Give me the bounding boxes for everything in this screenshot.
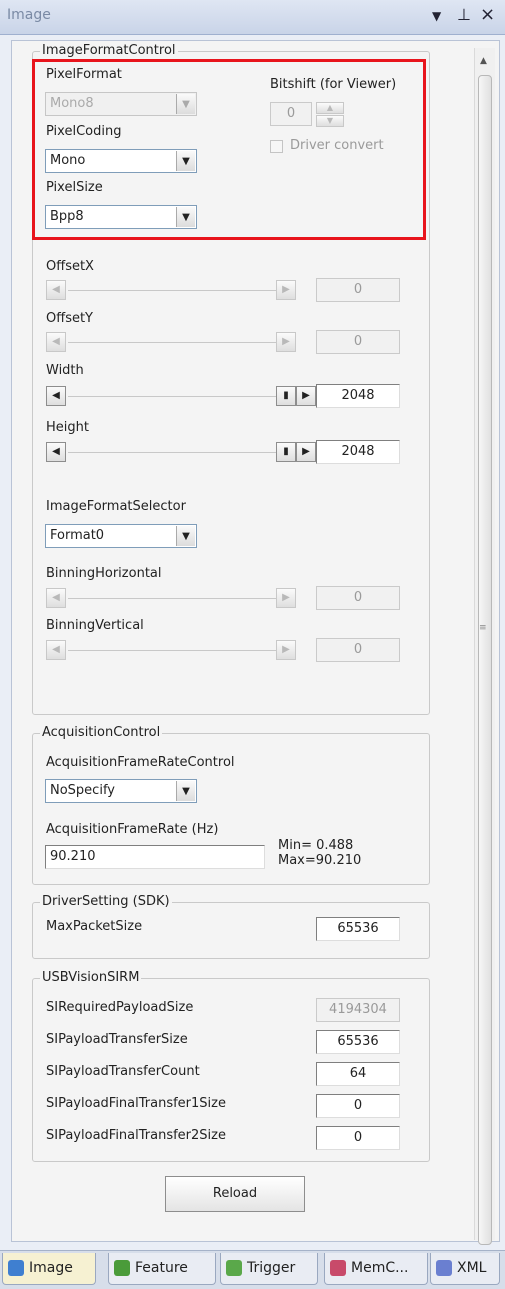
group-legend: DriverSetting (SDK) — [40, 894, 172, 909]
tab-image[interactable]: Image — [2, 1253, 96, 1285]
usb-row-label: SIPayloadTransferCount — [46, 1064, 200, 1079]
chevron-down-icon: ▼ — [176, 781, 195, 801]
dropdown-icon[interactable]: ▼ — [432, 9, 441, 23]
height-track[interactable] — [68, 452, 276, 453]
offset-x-decrease-button[interactable]: ◀ — [46, 280, 66, 300]
panel-titlebar: Image ▼ ⊥ × — [0, 0, 505, 35]
height-slider-thumb[interactable]: ▮ — [276, 442, 296, 462]
image-format-selector-label: ImageFormatSelector — [46, 499, 186, 514]
frame-rate-max: Max=90.210 — [278, 853, 362, 868]
tab-label: XML — [457, 1260, 487, 1276]
offset-y-label: OffsetY — [46, 311, 93, 326]
offset-x-track[interactable] — [68, 290, 276, 291]
width-track[interactable] — [68, 396, 276, 397]
height-label: Height — [46, 420, 89, 435]
max-packet-size-input[interactable]: 65536 — [316, 917, 400, 941]
usb-row-value[interactable]: 4194304 — [316, 998, 400, 1022]
bottom-tab-bar: Image Feature Trigger MemC... XML — [0, 1250, 505, 1289]
offset-y-increase-button[interactable]: ▶ — [276, 332, 296, 352]
group-legend: AcquisitionControl — [40, 725, 163, 740]
frame-rate-min: Min= 0.488 — [278, 838, 354, 853]
binning-h-track[interactable] — [68, 598, 276, 599]
scroll-up-icon[interactable]: ▲ — [480, 56, 487, 66]
close-icon[interactable]: × — [480, 4, 495, 25]
group-legend: USBVisionSIRM — [40, 970, 142, 985]
offset-y-decrease-button[interactable]: ◀ — [46, 332, 66, 352]
xml-icon — [436, 1260, 452, 1276]
binning-v-value[interactable]: 0 — [316, 638, 400, 662]
tab-memc[interactable]: MemC... — [324, 1253, 428, 1285]
group-legend: ImageFormatControl — [40, 43, 178, 58]
panel-title: Image — [7, 7, 51, 23]
offset-y-value[interactable]: 0 — [316, 330, 400, 354]
usb-row-value[interactable]: 65536 — [316, 1030, 400, 1054]
usb-row-value[interactable]: 0 — [316, 1094, 400, 1118]
usb-row-label: SIPayloadFinalTransfer1Size — [46, 1096, 226, 1111]
trigger-icon — [226, 1260, 242, 1276]
tab-label: MemC... — [351, 1260, 409, 1276]
binning-h-decrease-button[interactable]: ◀ — [46, 588, 66, 608]
image-format-selector-select[interactable]: Format0 ▼ — [45, 524, 197, 548]
pin-icon[interactable]: ⊥ — [457, 5, 471, 24]
offset-x-increase-button[interactable]: ▶ — [276, 280, 296, 300]
memory-icon — [330, 1260, 346, 1276]
binning-vertical-label: BinningVertical — [46, 618, 144, 633]
width-label: Width — [46, 363, 84, 378]
binning-v-track[interactable] — [68, 650, 276, 651]
feature-icon — [114, 1260, 130, 1276]
binning-v-decrease-button[interactable]: ◀ — [46, 640, 66, 660]
usb-row-label: SIPayloadTransferSize — [46, 1032, 188, 1047]
binning-h-increase-button[interactable]: ▶ — [276, 588, 296, 608]
tab-xml[interactable]: XML — [430, 1253, 500, 1285]
usb-row-value[interactable]: 64 — [316, 1062, 400, 1086]
scrollbar-thumb[interactable] — [478, 75, 492, 1245]
width-value[interactable]: 2048 — [316, 384, 400, 408]
vertical-scrollbar[interactable]: ▲ ≡ — [474, 48, 495, 1245]
width-increase-button[interactable]: ▶ — [296, 386, 316, 406]
tab-feature[interactable]: Feature — [108, 1253, 216, 1285]
offset-y-track[interactable] — [68, 342, 276, 343]
tab-trigger[interactable]: Trigger — [220, 1253, 318, 1285]
offset-x-label: OffsetX — [46, 259, 94, 274]
binning-horizontal-label: BinningHorizontal — [46, 566, 162, 581]
acquisition-frame-rate-control-label: AcquisitionFrameRateControl — [46, 755, 235, 770]
max-packet-size-label: MaxPacketSize — [46, 919, 143, 934]
tab-label: Image — [29, 1260, 73, 1276]
tab-label: Feature — [135, 1260, 188, 1276]
width-decrease-button[interactable]: ◀ — [46, 386, 66, 406]
acquisition-frame-rate-label: AcquisitionFrameRate (Hz) — [46, 822, 219, 837]
height-decrease-button[interactable]: ◀ — [46, 442, 66, 462]
binning-v-increase-button[interactable]: ▶ — [276, 640, 296, 660]
reload-button[interactable]: Reload — [165, 1176, 305, 1212]
image-format-selector-value: Format0 — [50, 528, 105, 543]
binning-h-value[interactable]: 0 — [316, 586, 400, 610]
rate-control-value: NoSpecify — [50, 783, 115, 798]
image-icon — [8, 1260, 24, 1276]
offset-x-value[interactable]: 0 — [316, 278, 400, 302]
width-slider-thumb[interactable]: ▮ — [276, 386, 296, 406]
highlight-box — [32, 59, 426, 240]
usb-row-value[interactable]: 0 — [316, 1126, 400, 1150]
scroll-grip-icon: ≡ — [479, 623, 487, 633]
chevron-down-icon: ▼ — [176, 526, 195, 546]
acquisition-frame-rate-control-select[interactable]: NoSpecify ▼ — [45, 779, 197, 803]
tab-label: Trigger — [247, 1260, 296, 1276]
acquisition-frame-rate-input[interactable]: 90.210 — [45, 845, 265, 869]
height-increase-button[interactable]: ▶ — [296, 442, 316, 462]
height-value[interactable]: 2048 — [316, 440, 400, 464]
usb-row-label: SIPayloadFinalTransfer2Size — [46, 1128, 226, 1143]
usb-row-label: SIRequiredPayloadSize — [46, 1000, 194, 1015]
